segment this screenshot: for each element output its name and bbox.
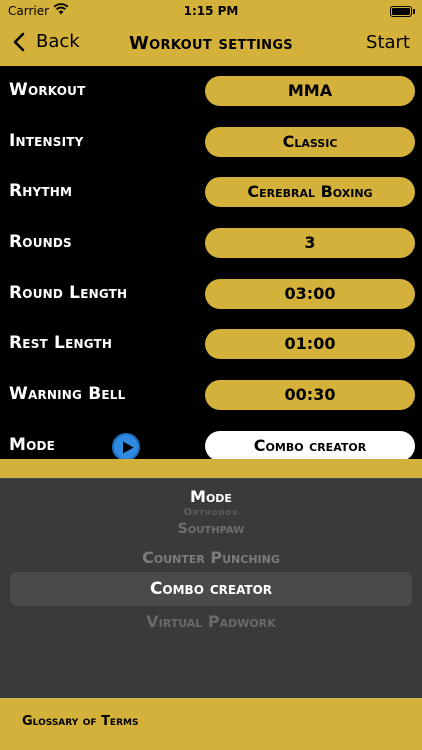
setting-row-workout: Workout MMA <box>0 66 422 117</box>
setting-row-rest-length: Rest Length 01:00 <box>0 319 422 370</box>
warning-bell-selector[interactable]: 00:30 <box>205 380 415 411</box>
workout-label: Workout <box>9 80 86 100</box>
picker-option-southpaw[interactable]: Southpaw <box>0 521 422 537</box>
rhythm-selector[interactable]: Cerebral Boxing <box>205 177 415 208</box>
picker-option-combo-creator[interactable]: Combo creator <box>0 579 422 599</box>
play-icon <box>123 441 134 454</box>
rhythm-label: Rhythm <box>9 181 73 202</box>
mode-label: Mode <box>9 434 56 455</box>
picker-option-virtual-padwork[interactable]: Virtual Padwork <box>0 612 422 631</box>
play-button[interactable] <box>112 432 140 461</box>
page-title: Workout settings <box>129 33 293 54</box>
round-length-selector[interactable]: 03:00 <box>205 278 415 309</box>
mode-picker[interactable]: Mode Orthodox Southpaw Counter Punching … <box>0 478 422 698</box>
picker-title: Mode <box>190 487 232 506</box>
rest-length-selector[interactable]: 01:00 <box>205 329 415 360</box>
glossary-link[interactable]: Glossary of Terms <box>22 714 138 729</box>
picker-option-counter-punching[interactable]: Counter Punching <box>0 548 422 567</box>
setting-row-rhythm: Rhythm Cerebral Boxing <box>0 167 422 218</box>
setting-row-round-length: Round Length 03:00 <box>0 269 422 320</box>
picker-top-strip <box>0 459 422 478</box>
mode-selector[interactable]: Combo creator <box>205 430 415 461</box>
setting-row-intensity: Intensity Classic <box>0 117 422 168</box>
header: Carrier 1:15 PM Back Workout settings St… <box>0 0 422 66</box>
footer-bar: Glossary of Terms <box>0 698 422 750</box>
round-length-label: Round Length <box>9 282 128 303</box>
workout-selector[interactable]: MMA <box>205 76 415 106</box>
intensity-label: Intensity <box>9 130 84 151</box>
battery-icon <box>390 6 415 17</box>
nav-bar: Back Workout settings Start <box>0 24 422 66</box>
status-bar: Carrier 1:15 PM <box>0 0 422 24</box>
intensity-selector[interactable]: Classic <box>205 126 415 157</box>
start-button[interactable]: Start <box>366 32 410 53</box>
status-time: 1:15 PM <box>183 4 239 18</box>
rounds-label: Rounds <box>9 232 72 253</box>
rest-length-label: Rest Length <box>9 333 113 354</box>
setting-row-rounds: Rounds 3 <box>0 218 422 269</box>
setting-row-warning-bell: Warning Bell 00:30 <box>0 370 422 421</box>
settings-list: Workout MMA Intensity Classic Rhythm Cer… <box>0 66 422 472</box>
rounds-selector[interactable]: 3 <box>205 228 415 259</box>
warning-bell-label: Warning Bell <box>9 384 126 405</box>
picker-option-orthodox[interactable]: Orthodox <box>0 507 422 518</box>
